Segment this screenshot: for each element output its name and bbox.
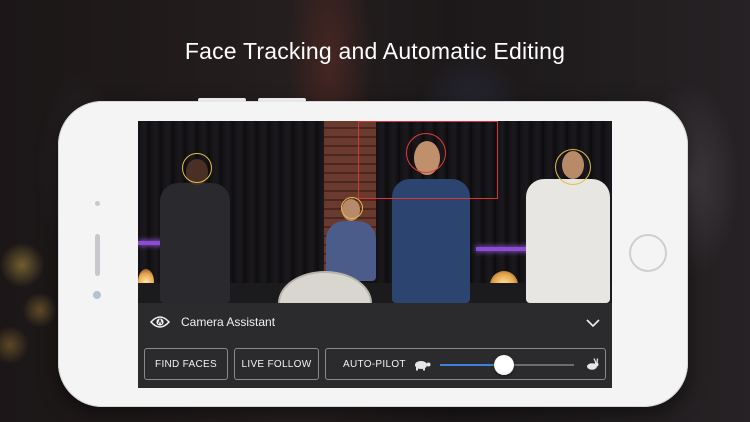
performer-body xyxy=(160,183,230,303)
phone-speaker xyxy=(95,234,100,276)
speed-slider-thumb[interactable] xyxy=(494,355,515,375)
face-ring-selected[interactable] xyxy=(406,133,446,173)
face-ring[interactable] xyxy=(555,149,591,185)
controls-bar: FIND FACES LIVE FOLLOW AUTO-PILOT xyxy=(138,341,612,388)
autopilot-button[interactable]: AUTO-PILOT xyxy=(343,359,406,370)
app-screen: Camera Assistant FIND FACES LIVE FOLLOW … xyxy=(138,121,612,388)
hare-icon xyxy=(584,358,600,376)
performer-body xyxy=(526,179,610,303)
phone-volume-button xyxy=(198,98,246,102)
face-ring[interactable] xyxy=(182,153,212,183)
speed-slider[interactable] xyxy=(440,355,574,375)
camera-assistant-label: Camera Assistant xyxy=(181,315,276,329)
phone-camera xyxy=(93,291,101,299)
phone-home-button xyxy=(629,234,667,272)
chevron-down-icon[interactable] xyxy=(586,315,600,333)
eye-icon xyxy=(149,315,171,334)
turtle-icon xyxy=(412,358,432,376)
camera-assistant-bar[interactable]: Camera Assistant xyxy=(138,303,612,341)
phone-sensor xyxy=(95,201,100,206)
find-faces-button[interactable]: FIND FACES xyxy=(144,348,228,380)
autopilot-control: AUTO-PILOT xyxy=(325,348,606,380)
phone-frame: Camera Assistant FIND FACES LIVE FOLLOW … xyxy=(58,98,688,407)
face-ring[interactable] xyxy=(341,197,363,219)
phone-volume-button xyxy=(258,98,306,102)
live-follow-button[interactable]: LIVE FOLLOW xyxy=(234,348,319,380)
camera-preview[interactable] xyxy=(138,121,612,303)
page-headline: Face Tracking and Automatic Editing xyxy=(184,38,566,64)
